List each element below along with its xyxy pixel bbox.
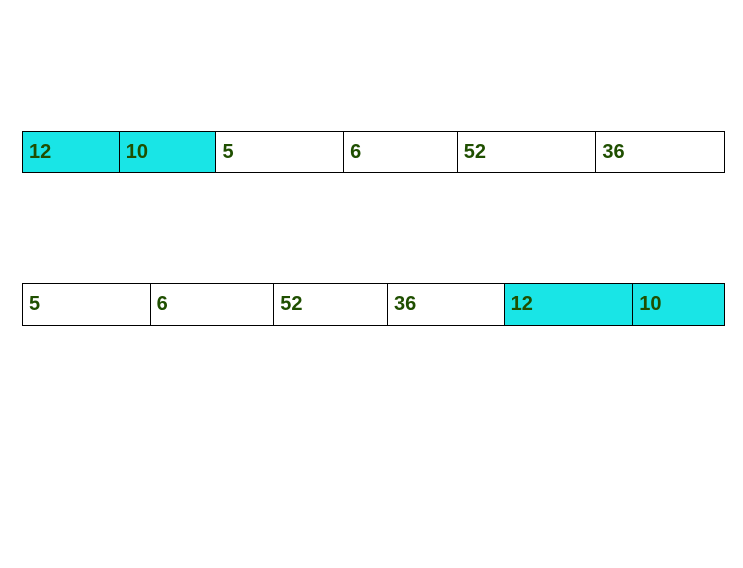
array-cell: 52: [274, 284, 388, 325]
array-cell: 5: [23, 284, 151, 325]
array-cell: 10: [120, 132, 217, 172]
array-cell: 6: [344, 132, 458, 172]
array-cell: 5: [216, 132, 344, 172]
array-cell: 12: [23, 132, 120, 172]
array-cell: 36: [388, 284, 505, 325]
array-cell: 12: [505, 284, 634, 325]
array-row-1: 5652361210: [22, 283, 725, 326]
array-cell: 36: [596, 132, 724, 172]
array-cell: 52: [458, 132, 597, 172]
array-row-0: 1210565236: [22, 131, 725, 173]
array-cell: 6: [151, 284, 275, 325]
array-cell: 10: [633, 284, 724, 325]
